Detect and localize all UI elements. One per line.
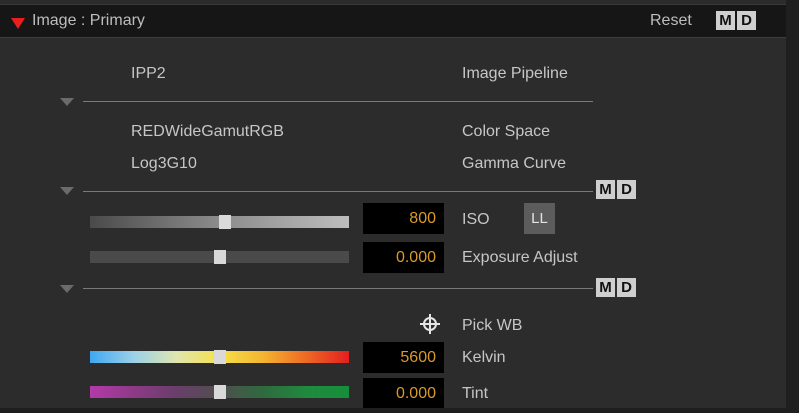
pipeline-value[interactable]: IPP2 [131, 65, 166, 83]
header-m-button[interactable]: M [716, 11, 735, 30]
exposure-md-buttons: M D [596, 278, 636, 297]
color-m-button[interactable]: M [596, 180, 615, 199]
color-space-label: Color Space [462, 123, 551, 140]
gamma-curve-label: Gamma Curve [462, 155, 567, 172]
header-d-button[interactable]: D [737, 11, 756, 30]
color-space-value[interactable]: REDWideGamutRGB [131, 123, 284, 141]
crosshair-icon[interactable] [419, 313, 441, 335]
exposure-slider[interactable] [90, 250, 349, 264]
tint-slider[interactable] [90, 385, 349, 399]
panel-header[interactable]: Image : Primary Reset M D [0, 4, 786, 38]
iso-slider[interactable] [90, 215, 349, 229]
ll-button[interactable]: LL [524, 203, 555, 234]
kelvin-label: Kelvin [462, 349, 506, 366]
header-md-buttons: M D [716, 11, 756, 30]
exposure-slider-thumb[interactable] [214, 250, 226, 264]
section-collapse-icon[interactable] [60, 187, 74, 195]
exposure-value-field[interactable]: 0.000 [363, 242, 444, 273]
tint-label: Tint [462, 385, 489, 402]
reset-button[interactable]: Reset [650, 12, 692, 30]
iso-value-field[interactable]: 800 [363, 203, 444, 234]
tint-slider-thumb[interactable] [214, 385, 226, 399]
panel-title: Image : Primary [32, 12, 145, 29]
exposure-m-button[interactable]: M [596, 278, 615, 297]
color-d-button[interactable]: D [617, 180, 636, 199]
exposure-d-button[interactable]: D [617, 278, 636, 297]
kelvin-slider[interactable] [90, 350, 349, 364]
color-md-buttons: M D [596, 180, 636, 199]
collapse-triangle-icon[interactable] [11, 18, 25, 29]
exposure-adjust-label: Exposure Adjust [462, 249, 578, 266]
pick-wb-label[interactable]: Pick WB [462, 317, 522, 335]
section-divider [83, 101, 593, 102]
tint-value-field[interactable]: 0.000 [363, 378, 444, 409]
gamma-curve-value[interactable]: Log3G10 [131, 155, 197, 173]
section-collapse-icon[interactable] [60, 285, 74, 293]
kelvin-slider-thumb[interactable] [214, 350, 226, 364]
panel-bottom-edge [0, 408, 786, 413]
section-collapse-icon[interactable] [60, 98, 74, 106]
iso-label: ISO [462, 211, 490, 228]
image-primary-panel: Image : Primary Reset M D IPP2 Image Pip… [0, 0, 799, 413]
panel-scrollbar-track[interactable] [786, 0, 799, 413]
pipeline-label: Image Pipeline [462, 65, 568, 82]
kelvin-value-field[interactable]: 5600 [363, 342, 444, 373]
iso-slider-thumb[interactable] [219, 215, 231, 229]
section-divider [83, 191, 593, 192]
section-divider [83, 288, 593, 289]
